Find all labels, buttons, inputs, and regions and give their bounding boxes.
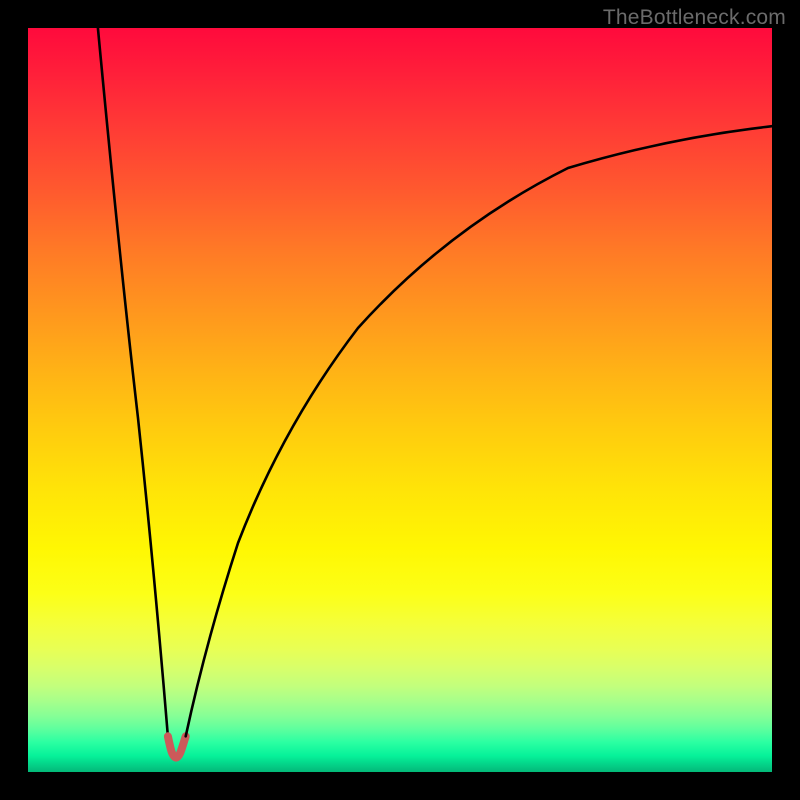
left-branch-curve <box>98 28 168 736</box>
watermark-text: TheBottleneck.com <box>603 6 786 30</box>
trough-red-segment <box>168 736 186 757</box>
curve-layer <box>28 28 772 772</box>
curve-group <box>98 28 772 758</box>
chart-frame: TheBottleneck.com <box>0 0 800 800</box>
plot-area <box>28 28 772 772</box>
right-branch-curve <box>186 126 772 736</box>
